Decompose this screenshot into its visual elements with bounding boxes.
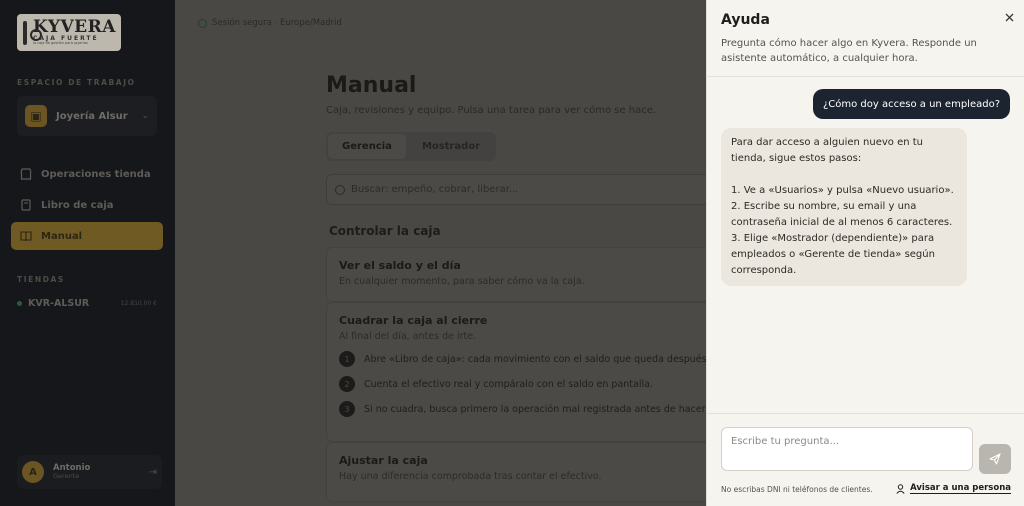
kyvera-logo[interactable]: KYVERA CAJA FUERTE la caja de gestión pa… — [17, 14, 121, 51]
task-card[interactable]: Ver el saldo y el día En cualquier momen… — [326, 247, 706, 302]
store-icon — [20, 168, 32, 180]
workspace-name: Joyería Alsur — [56, 110, 128, 122]
task-card[interactable]: Cuadrar la caja al cierre Al final del d… — [326, 302, 706, 442]
nav-item-label: Operaciones tienda — [41, 168, 151, 180]
step-text: Si no cuadra, busca primero la operación… — [364, 403, 706, 415]
search-placeholder: Buscar: empeño, cobrar, liberar... — [351, 184, 519, 195]
card-title: Ajustar la caja — [339, 454, 428, 467]
book-icon — [20, 199, 32, 211]
store-item[interactable]: KVR-ALSUR 12.810,00 € — [17, 298, 157, 309]
role-tabs: Gerencia Mostrador — [326, 132, 497, 161]
step-number: 1 — [339, 351, 355, 367]
step-text: Abre «Libro de caja»: cada movimiento co… — [364, 353, 706, 365]
nav-item-manual[interactable]: Manual — [11, 222, 163, 250]
logout-icon[interactable]: ⇥ — [149, 467, 157, 478]
workspace-label: ESPACIO DE TRABAJO — [17, 78, 136, 87]
stores-label: TIENDAS — [17, 275, 65, 284]
notify-label: Avisar a una persona — [910, 483, 1011, 494]
card-subtitle: Al final del día, antes de irte. — [339, 331, 477, 342]
user-profile[interactable]: A Antonio Gerente ⇥ — [17, 455, 162, 489]
safe-icon — [23, 20, 42, 45]
chevron-down-icon: ⌄ — [141, 111, 149, 121]
tab-gerencia[interactable]: Gerencia — [328, 134, 406, 159]
card-title: Ver el saldo y el día — [339, 259, 461, 272]
task-card[interactable]: Ajustar la caja Hay una diferencia compr… — [326, 442, 706, 502]
tab-mostrador[interactable]: Mostrador — [408, 134, 494, 159]
send-button[interactable] — [979, 444, 1011, 474]
nav-item-label: Libro de caja — [41, 199, 114, 211]
notify-person-link[interactable]: Avisar a una persona — [896, 483, 1011, 494]
step-item: 1 Abre «Libro de caja»: cada movimiento … — [339, 351, 706, 367]
help-title: Ayuda — [721, 12, 770, 28]
open-book-icon — [20, 230, 32, 242]
help-panel: Ayuda Pregunta cómo hacer algo en Kyvera… — [706, 0, 1024, 506]
store-icon: ▣ — [25, 105, 47, 127]
card-title: Cuadrar la caja al cierre — [339, 314, 488, 327]
avatar: A — [22, 461, 44, 483]
step-item: 2 Cuenta el efectivo real y compáralo co… — [339, 376, 703, 392]
user-icon — [896, 483, 905, 494]
sidebar: KYVERA CAJA FUERTE la caja de gestión pa… — [0, 0, 175, 506]
logo-tagline: la caja de gestión para joyerías — [33, 41, 88, 46]
main-content: Sesión segura · Europe/Madrid Manual Caj… — [175, 0, 706, 506]
step-text: Cuenta el efectivo real y compáralo con … — [364, 378, 653, 390]
close-button[interactable] — [1001, 9, 1017, 25]
nav-item-libro-de-caja[interactable]: Libro de caja — [11, 191, 163, 219]
help-description: Pregunta cómo hacer algo en Kyvera. Resp… — [721, 38, 977, 64]
card-subtitle: Hay una diferencia comprobada tras conta… — [339, 471, 602, 482]
session-indicator: Sesión segura · Europe/Madrid — [198, 18, 342, 28]
workspace-selector[interactable]: ▣ Joyería Alsur ⌄ — [17, 96, 157, 136]
status-dot — [17, 301, 22, 306]
help-panel-header: Ayuda Pregunta cómo hacer algo en Kyvera… — [707, 0, 1024, 77]
send-icon — [989, 453, 1001, 465]
store-code: KVR-ALSUR — [28, 298, 90, 309]
question-input[interactable] — [721, 427, 973, 471]
manual-search[interactable]: Buscar: empeño, cobrar, liberar... — [326, 174, 706, 205]
search-icon — [335, 184, 345, 195]
page-title: Manual — [326, 73, 417, 98]
session-text: Sesión segura · Europe/Madrid — [212, 18, 342, 28]
shield-check-icon — [198, 18, 207, 28]
user-role: Gerente — [53, 472, 80, 481]
step-item: 3 Si no cuadra, busca primero la operaci… — [339, 401, 706, 417]
store-amount: 12.810,00 € — [120, 300, 157, 307]
nav-item-label: Manual — [41, 230, 83, 242]
step-number: 2 — [339, 376, 355, 392]
composer: No escribas DNI ni teléfonos de clientes… — [707, 413, 1024, 506]
user-message: ¿Cómo doy acceso a un empleado? — [812, 89, 1010, 119]
logo-name: KYVERA — [33, 17, 116, 38]
step-number: 3 — [339, 401, 355, 417]
page-subtitle: Caja, revisiones y equipo. Pulsa una tar… — [326, 105, 657, 116]
assistant-message: Para dar acceso a alguien nuevo en tu ti… — [721, 128, 967, 286]
privacy-disclaimer: No escribas DNI ni teléfonos de clientes… — [721, 485, 873, 494]
nav-item-operaciones[interactable]: Operaciones tienda — [11, 160, 163, 188]
card-subtitle: En cualquier momento, para saber cómo va… — [339, 276, 585, 287]
close-icon — [1005, 13, 1013, 21]
section-title: Controlar la caja — [329, 224, 441, 238]
